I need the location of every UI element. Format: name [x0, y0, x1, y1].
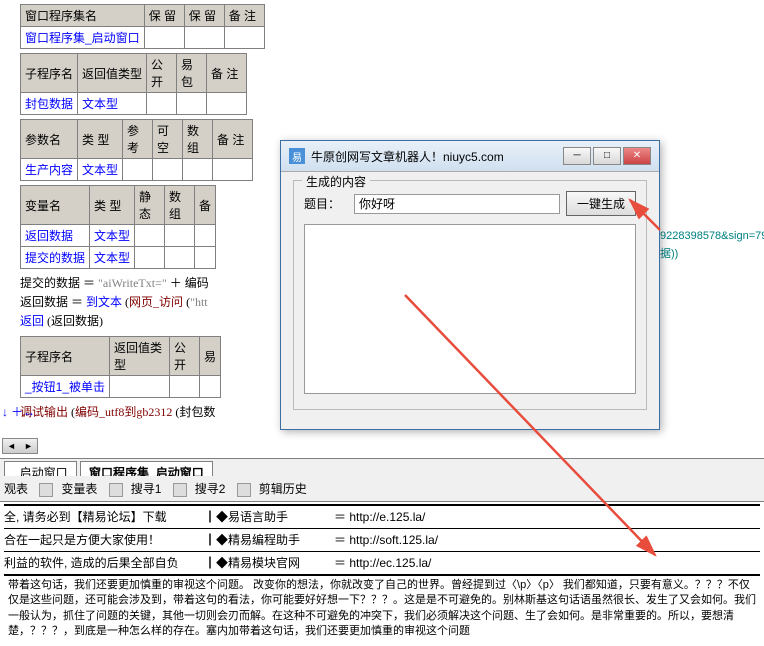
- table-params: 参数名类 型参考可空数组备 注 生产内容文本型: [20, 119, 253, 181]
- table-subroutine2: 子程序名返回值类型公开易 _按钮1_被单击: [20, 336, 221, 398]
- toolbar-item[interactable]: 变量表: [61, 482, 97, 496]
- search-icon: [173, 483, 187, 497]
- scroll-buttons[interactable]: ◄►: [2, 438, 38, 454]
- footer-link-row: 利益的软件, 造成的后果全部自负┃◆精易模块官网＝ http://ec.125.…: [4, 554, 760, 572]
- maximize-button[interactable]: □: [593, 147, 621, 165]
- table-subroutine: 子程序名返回值类型公开易包备 注 封包数据文本型: [20, 53, 247, 115]
- overflow-text: 9228398578&sign=79F12AFF47: [660, 230, 764, 242]
- minimize-button[interactable]: ─: [563, 147, 591, 165]
- toolbar-item[interactable]: 搜寻1: [131, 482, 162, 496]
- search-icon: [109, 483, 123, 497]
- topic-input[interactable]: [354, 194, 560, 214]
- generate-button[interactable]: 一键生成: [566, 191, 636, 216]
- group-label: 生成的内容: [302, 173, 370, 190]
- topic-label: 题目：: [304, 195, 354, 212]
- dialog-titlebar[interactable]: 易 牛原创网写文章机器人！niuyc5.com ─ □ ✕: [281, 141, 659, 172]
- app-icon: 易: [289, 148, 305, 164]
- generated-text: 带着这句话，我们还要更加慎重的审视这个问题。 改变你的想法，你就改变了自己的世界…: [4, 576, 760, 642]
- table-vars: 变量名类 型静态数组备 返回数据文本型 提交的数据文本型: [20, 185, 216, 269]
- footer-link-row: 合在一起只是方便大家使用！┃◆精易编程助手＝ http://soft.125.l…: [4, 531, 760, 549]
- dialog-window: 易 牛原创网写文章机器人！niuyc5.com ─ □ ✕ 生成的内容 题目： …: [280, 140, 660, 430]
- assembly-name[interactable]: 窗口程序集_启动窗口: [21, 27, 145, 49]
- close-button[interactable]: ✕: [623, 147, 651, 165]
- footer-link-row: 全, 请务必到【精易论坛】下载┃◆易语言助手＝ http://e.125.la/: [4, 508, 760, 526]
- output-textarea[interactable]: [304, 224, 636, 394]
- table-assembly: 窗口程序集名保 留保 留备 注 窗口程序集_启动窗口: [20, 4, 265, 49]
- toolbar-item[interactable]: 搜寻2: [195, 482, 226, 496]
- dialog-title-text: 牛原创网写文章机器人！niuyc5.com: [311, 148, 561, 165]
- vars-icon: [39, 483, 53, 497]
- clip-icon: [237, 483, 251, 497]
- toolbar-item[interactable]: 观表: [4, 482, 28, 496]
- overflow-text: 据)): [660, 245, 678, 261]
- toolbar-item[interactable]: 剪辑历史: [259, 482, 307, 496]
